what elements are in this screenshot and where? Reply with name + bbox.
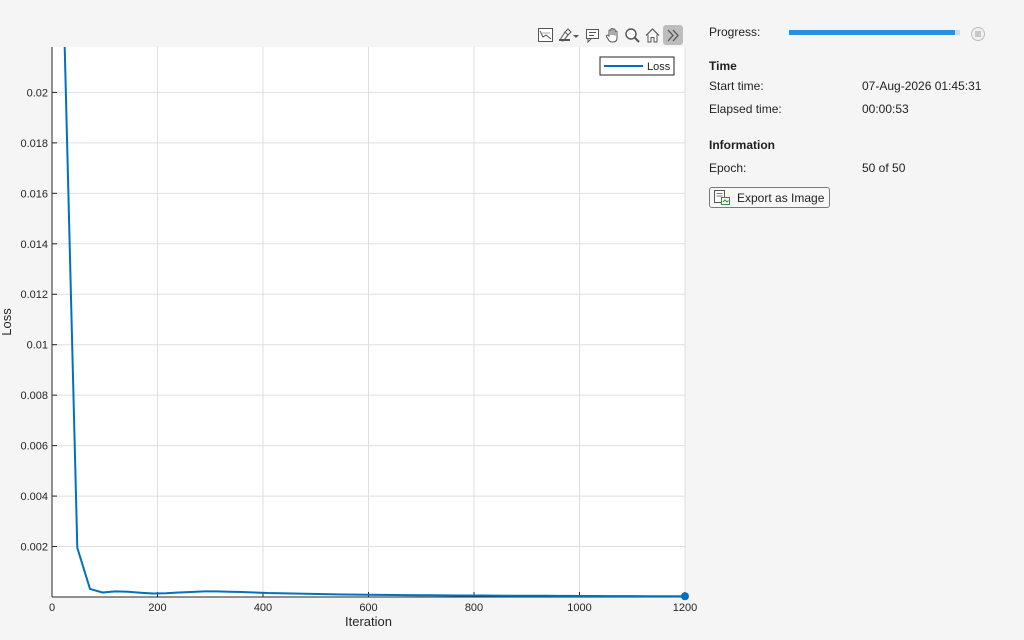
x-tick-label: 1000 (567, 602, 591, 614)
y-tick-label: 0.018 (20, 138, 48, 150)
x-tick-label: 1200 (673, 602, 697, 614)
x-axis-label: Iteration (345, 614, 392, 629)
y-tick-label: 0.02 (27, 87, 48, 99)
y-tick-label: 0.004 (20, 491, 48, 503)
zoom-icon[interactable] (623, 25, 642, 45)
x-tick-label: 0 (49, 602, 55, 614)
time-section-title: Time (709, 59, 737, 73)
home-icon[interactable] (643, 25, 662, 45)
training-info-panel: Progress: Time Start time: 07-Aug-2026 0… (709, 0, 1009, 640)
legend-label: Loss (647, 61, 671, 73)
elapsed-time-value: 00:00:53 (862, 102, 909, 116)
x-tick-label: 400 (254, 602, 272, 614)
elapsed-time-label: Elapsed time: (709, 102, 782, 116)
y-tick-label: 0.012 (20, 289, 48, 301)
y-tick-label: 0.002 (20, 542, 48, 554)
start-time-label: Start time: (709, 79, 764, 93)
collapse-icon[interactable] (663, 25, 683, 45)
x-tick-label: 600 (359, 602, 377, 614)
stop-button[interactable] (971, 27, 985, 41)
export-button-label: Export as Image (737, 190, 825, 205)
pan-icon[interactable] (603, 25, 622, 45)
training-plot: 0 200 400 600 800 1000 1200 0.002 0.004 0.006 0.00… (0, 0, 700, 640)
x-tick-label: 800 (465, 602, 483, 614)
stop-icon (975, 31, 981, 37)
progress-fill (789, 30, 955, 35)
y-tick-label: 0.01 (27, 340, 48, 352)
export-image-icon (714, 190, 730, 205)
axes-toolbar (536, 25, 683, 45)
x-tick-label: 200 (148, 602, 166, 614)
y-axis-label: Loss (0, 308, 14, 336)
datatip-icon[interactable] (583, 25, 602, 45)
export-icon[interactable] (536, 25, 555, 45)
y-tick-label: 0.016 (20, 188, 48, 200)
progress-label: Progress: (709, 25, 761, 39)
y-tick-label: 0.014 (20, 239, 48, 251)
brush-icon[interactable] (556, 25, 582, 45)
start-time-value: 07-Aug-2026 01:45:31 (862, 79, 982, 93)
final-point-marker (681, 592, 689, 601)
progress-bar (789, 30, 960, 35)
y-tick-label: 0.008 (20, 390, 48, 402)
loss-chart: 0 200 400 600 800 1000 1200 0.002 0.004 0.006 0.00… (0, 46, 697, 629)
information-section-title: Information (709, 138, 775, 152)
epoch-value: 50 of 50 (862, 161, 906, 175)
epoch-label: Epoch: (709, 161, 747, 175)
export-as-image-button[interactable]: Export as Image (709, 187, 831, 208)
y-tick-label: 0.006 (20, 441, 48, 453)
